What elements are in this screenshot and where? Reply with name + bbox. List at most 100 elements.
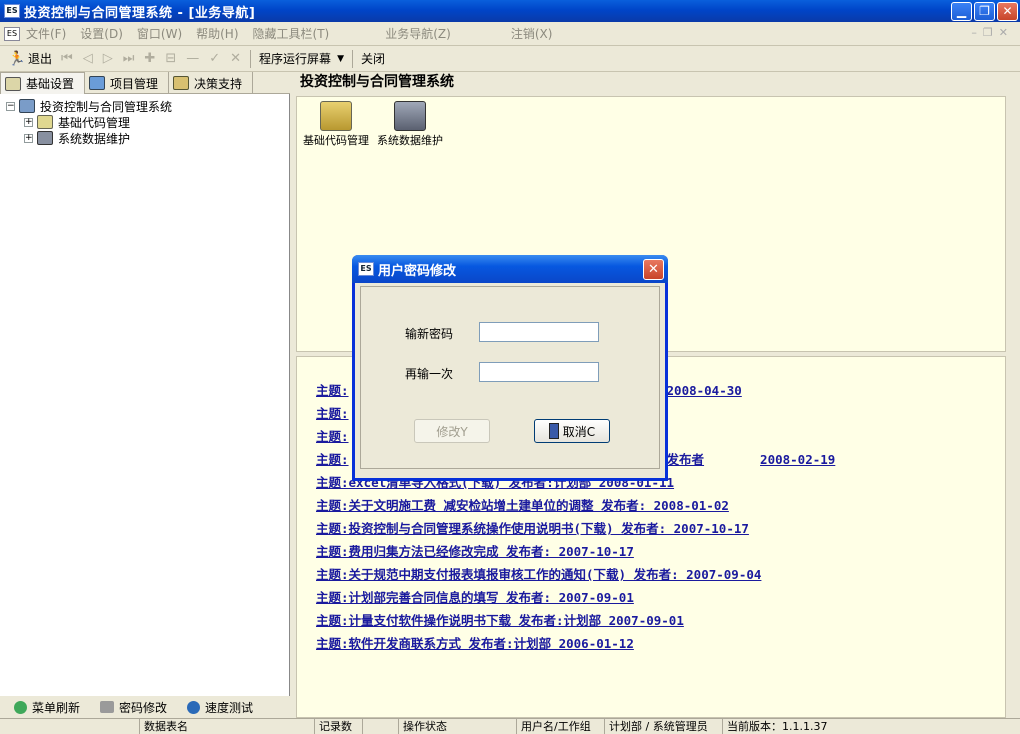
title-bar: ES 投资控制与合同管理系统 - [业务导航] ▁ ❐ ✕ [0,0,1020,22]
repeat-password-label: 再输一次 [405,367,454,381]
modify-button[interactable]: 修改Y [414,419,490,443]
window-controls: ▁ ❐ ✕ [951,2,1018,21]
close-icon[interactable]: ✕ [997,2,1018,21]
run-screen-dropdown[interactable]: 程序运行屏幕 ▼ [255,48,348,70]
edit-record-icon[interactable]: — [186,51,199,66]
add-record-icon[interactable]: ✚ [144,51,155,66]
news-link[interactable]: 主题:费用归集方法已经修改完成 发布者: 2007-10-17 [316,543,835,566]
status-operation-state: 操作状态 [399,719,517,734]
confirm-icon[interactable]: ✓ [209,51,220,66]
window-title: 投资控制与合同管理系统 - [业务导航] [24,5,256,21]
news-date: 2008-04-30 [666,383,742,398]
app-icon: ES [4,4,20,18]
tree-root-label: 投资控制与合同管理系统 [40,99,173,114]
run-screen-label: 程序运行屏幕 [259,52,332,66]
mdi-controls[interactable]: –❐✕ [971,26,1014,39]
delete-record-icon[interactable]: ⊟ [165,51,176,66]
basic-code-management-icon-button[interactable]: 基础代码管理 [301,101,371,147]
next-record-icon[interactable]: ▷ [103,51,113,66]
folder-icon [37,115,53,129]
toolbar-separator [351,49,353,68]
vertical-scrollbar[interactable] [1006,96,1020,718]
decision-tab-icon [173,76,190,90]
globe-icon [187,700,201,714]
dialog-close-icon[interactable]: ✕ [643,259,664,280]
right-panel-title: 投资控制与合同管理系统 [296,72,1020,96]
restore-icon[interactable]: ❐ [974,2,995,21]
news-link[interactable]: 主题:投资控制与合同管理系统操作使用说明书(下载) 发布者: 2007-10-1… [316,520,835,543]
toolbox-icon [320,101,352,131]
news-link[interactable]: 主题:计划部完善合同信息的填写 发布者: 2007-09-01 [316,589,835,612]
last-record-icon[interactable]: ⏭ [123,51,135,66]
nav-tree: − 投资控制与合同管理系统 + 基础代码管理 + 系统数据维护 [0,94,290,696]
computer-icon [19,99,35,113]
status-user-group-value: 计划部 / 系统管理员 [605,719,723,734]
change-password-button[interactable]: 密码修改 [86,699,173,716]
menu-hide-toolbar[interactable]: 隐藏工具栏(T) [253,25,330,42]
menu-business-nav[interactable]: 业务导航(Z) [385,25,451,42]
exit-runner-icon: 🏃 [8,50,26,67]
minimize-icon[interactable]: ▁ [951,2,972,21]
modify-label: 修改Y [436,424,468,439]
news-link[interactable]: 主题:软件开发商联系方式 发布者:计划部 2006-01-12 [316,635,835,658]
mdi-app-icon: ES [4,26,20,41]
database-icon [37,131,53,145]
news-publisher: 发布者 [666,452,705,467]
new-password-input[interactable] [479,322,599,342]
settings-tab-icon [5,76,21,91]
project-tab-icon [89,76,106,90]
news-link[interactable]: 主题:关于文明施工费 减安检站增土建单位的调整 发布者: 2008-01-02 [316,497,835,520]
icon-label: 基础代码管理 [303,134,369,147]
tree-root[interactable]: − 投资控制与合同管理系统 [6,98,172,114]
tree-item-system-data[interactable]: + 系统数据维护 [24,130,130,146]
close-button[interactable]: 关闭 [357,48,389,70]
tree-item-basic-code[interactable]: + 基础代码管理 [24,114,130,130]
dialog-app-icon: ES [358,262,374,276]
expand-icon[interactable]: + [24,133,33,143]
status-user-group-label: 用户名/工作组 [517,719,605,734]
cancel-button[interactable]: 取消C [534,419,610,443]
button-label: 速度测试 [205,700,254,715]
icon-label: 系统数据维护 [377,134,443,147]
menu-settings[interactable]: 设置(D) [80,25,123,42]
status-version: 当前版本：1.1.1.37 [727,720,828,733]
menu-bar: ES 文件(F) 设置(D) 窗口(W) 帮助(H) 隐藏工具栏(T) 业务导航… [0,22,1020,46]
close-label: 关闭 [360,52,385,66]
menu-file[interactable]: 文件(F) [26,25,66,42]
repeat-password-input[interactable] [479,362,599,382]
new-password-label: 输新密码 [405,327,454,341]
news-link[interactable]: 主题:关于规范中期支付报表填报审核工作的通知(下载) 发布者: 2007-09-… [316,566,835,589]
tab-label: 基础设置 [26,77,75,91]
dialog-title-bar[interactable]: ES 用户密码修改 ✕ [352,255,668,283]
cancel-label: 取消C [562,424,596,439]
left-tabs: 基础设置 项目管理 决策支持 [0,72,290,94]
dialog-body: 输新密码 再输一次 修改Y 取消C [360,286,660,469]
cancel-icon[interactable]: ✕ [230,51,241,66]
left-bottom-buttons: 菜单刷新 密码修改 速度测试 [0,696,290,718]
dropdown-arrow-icon: ▼ [337,53,344,64]
news-link[interactable]: 主题:计量支付软件操作说明书下载 发布者:计划部 2007-09-01 [316,612,835,635]
button-label: 菜单刷新 [32,700,81,715]
exit-label: 退出 [28,52,53,66]
speed-test-button[interactable]: 速度测试 [173,699,259,716]
tab-basic-settings[interactable]: 基础设置 [0,72,86,94]
tab-label: 项目管理 [110,76,159,91]
menu-help[interactable]: 帮助(H) [196,25,238,42]
system-data-maintenance-icon-button[interactable]: 系统数据维护 [375,101,445,147]
expand-icon[interactable]: + [24,117,33,127]
menu-window[interactable]: 窗口(W) [137,25,182,42]
database-gear-icon [394,101,426,131]
first-record-icon[interactable]: ⏮ [61,51,73,66]
refresh-menu-button[interactable]: 菜单刷新 [0,699,86,716]
collapse-icon[interactable]: − [6,101,15,111]
tab-project-management[interactable]: 项目管理 [85,72,170,94]
tab-decision-support[interactable]: 决策支持 [169,72,254,94]
menu-logout[interactable]: 注销(X) [511,25,553,42]
tree-item-label: 系统数据维护 [58,131,131,146]
dialog-title: 用户密码修改 [378,263,457,279]
password-dialog: ES 用户密码修改 ✕ 输新密码 再输一次 修改Y 取消C [352,255,668,481]
status-record-count: 记录数 [315,719,363,734]
prev-record-icon[interactable]: ◁ [83,51,93,66]
status-bar: 数据表名 记录数 操作状态 用户名/工作组 计划部 / 系统管理员 当前版本：1… [0,718,1020,734]
exit-button[interactable]: 🏃 退出 [4,48,56,70]
